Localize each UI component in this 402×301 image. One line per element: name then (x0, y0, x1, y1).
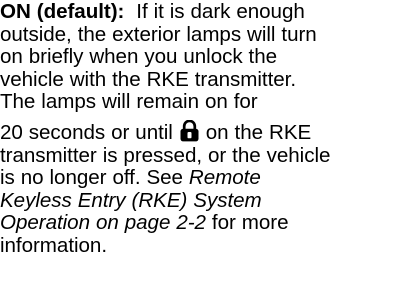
paragraph-line-6: 20 seconds or until on the RKE (0, 119, 402, 145)
rke-reference-part-3: Operation on page 2-2 (0, 211, 206, 235)
line-6-before-icon: 20 seconds or until (0, 120, 179, 144)
line-6-after-icon: on the RKE (199, 120, 312, 144)
paragraph-line-2: outside, the exterior lamps will turn (0, 22, 317, 46)
paragraph-line-4: vehicle with the RKE transmitter. (0, 67, 296, 91)
option-label: ON (default): (0, 0, 125, 23)
line-10-text: for more (205, 211, 289, 235)
paragraph-line-1: ON (default): If it is dark enough (0, 0, 402, 24)
paragraph-line-3: on briefly when you unlock the (0, 45, 278, 69)
paragraph-line-5: The lamps will remain on for (0, 90, 258, 114)
rke-reference-part-1: Remote (188, 166, 261, 190)
line-8-text: is no longer off. See (0, 166, 189, 190)
line-1-text: If it is dark enough (124, 0, 305, 23)
paragraph-line-8: is no longer off. See Remote (0, 166, 402, 190)
paragraph-line-7: transmitter is pressed, or the vehicle (0, 143, 331, 167)
paragraph-line-10: Operation on page 2-2 for more (0, 212, 402, 235)
lock-icon (179, 119, 200, 142)
rke-reference-part-2: Keyless Entry (RKE) System (0, 188, 262, 212)
rke-lighting-paragraph: ON (default): If it is dark enough outsi… (0, 0, 402, 258)
paragraph-line-11: information. (0, 233, 107, 257)
